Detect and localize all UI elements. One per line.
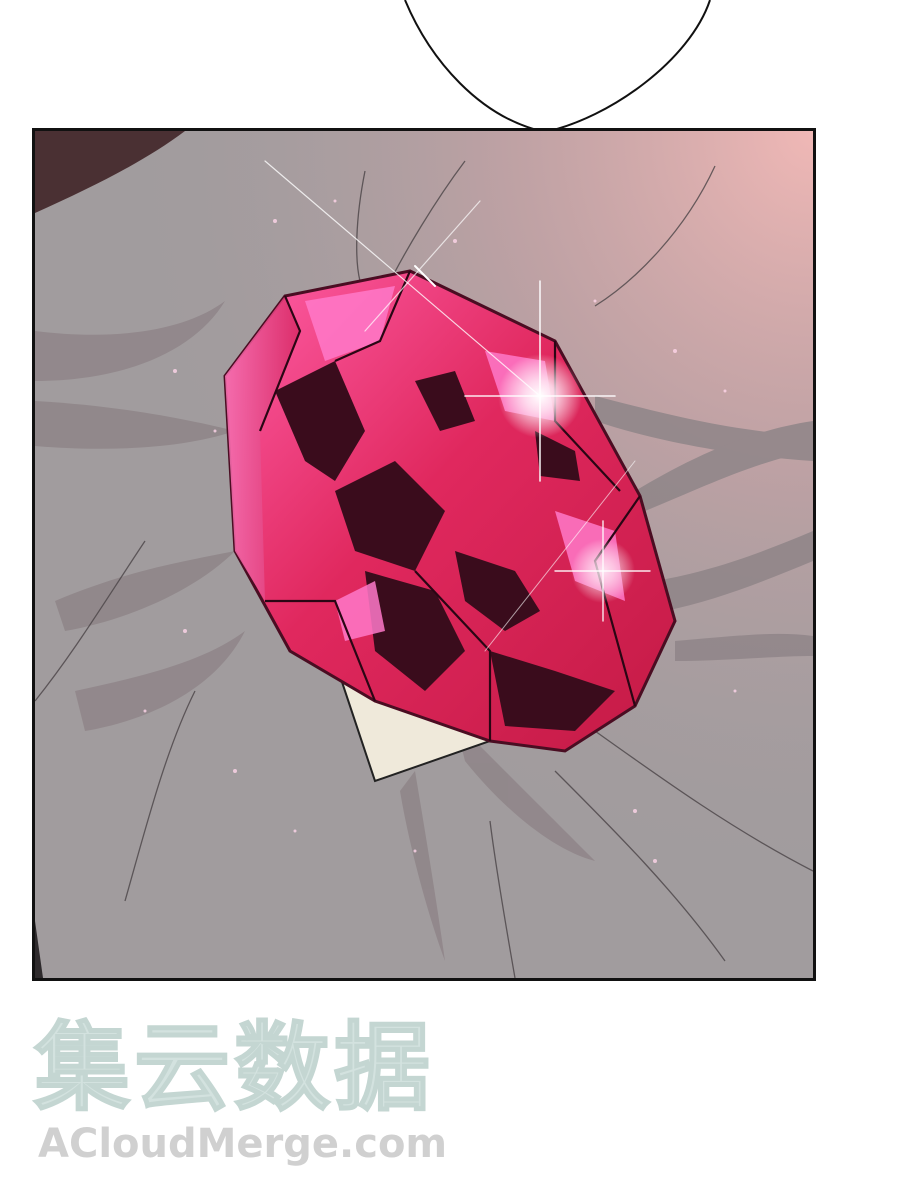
watermark-cjk-text: 集云数据 — [33, 1011, 434, 1125]
watermark-latin-text: ACloudMerge.com — [38, 1121, 448, 1167]
gem-illustration — [35, 131, 813, 978]
watermark: 集云数据 ACloudMerge.com — [33, 1011, 454, 1172]
comic-panel — [32, 128, 816, 981]
